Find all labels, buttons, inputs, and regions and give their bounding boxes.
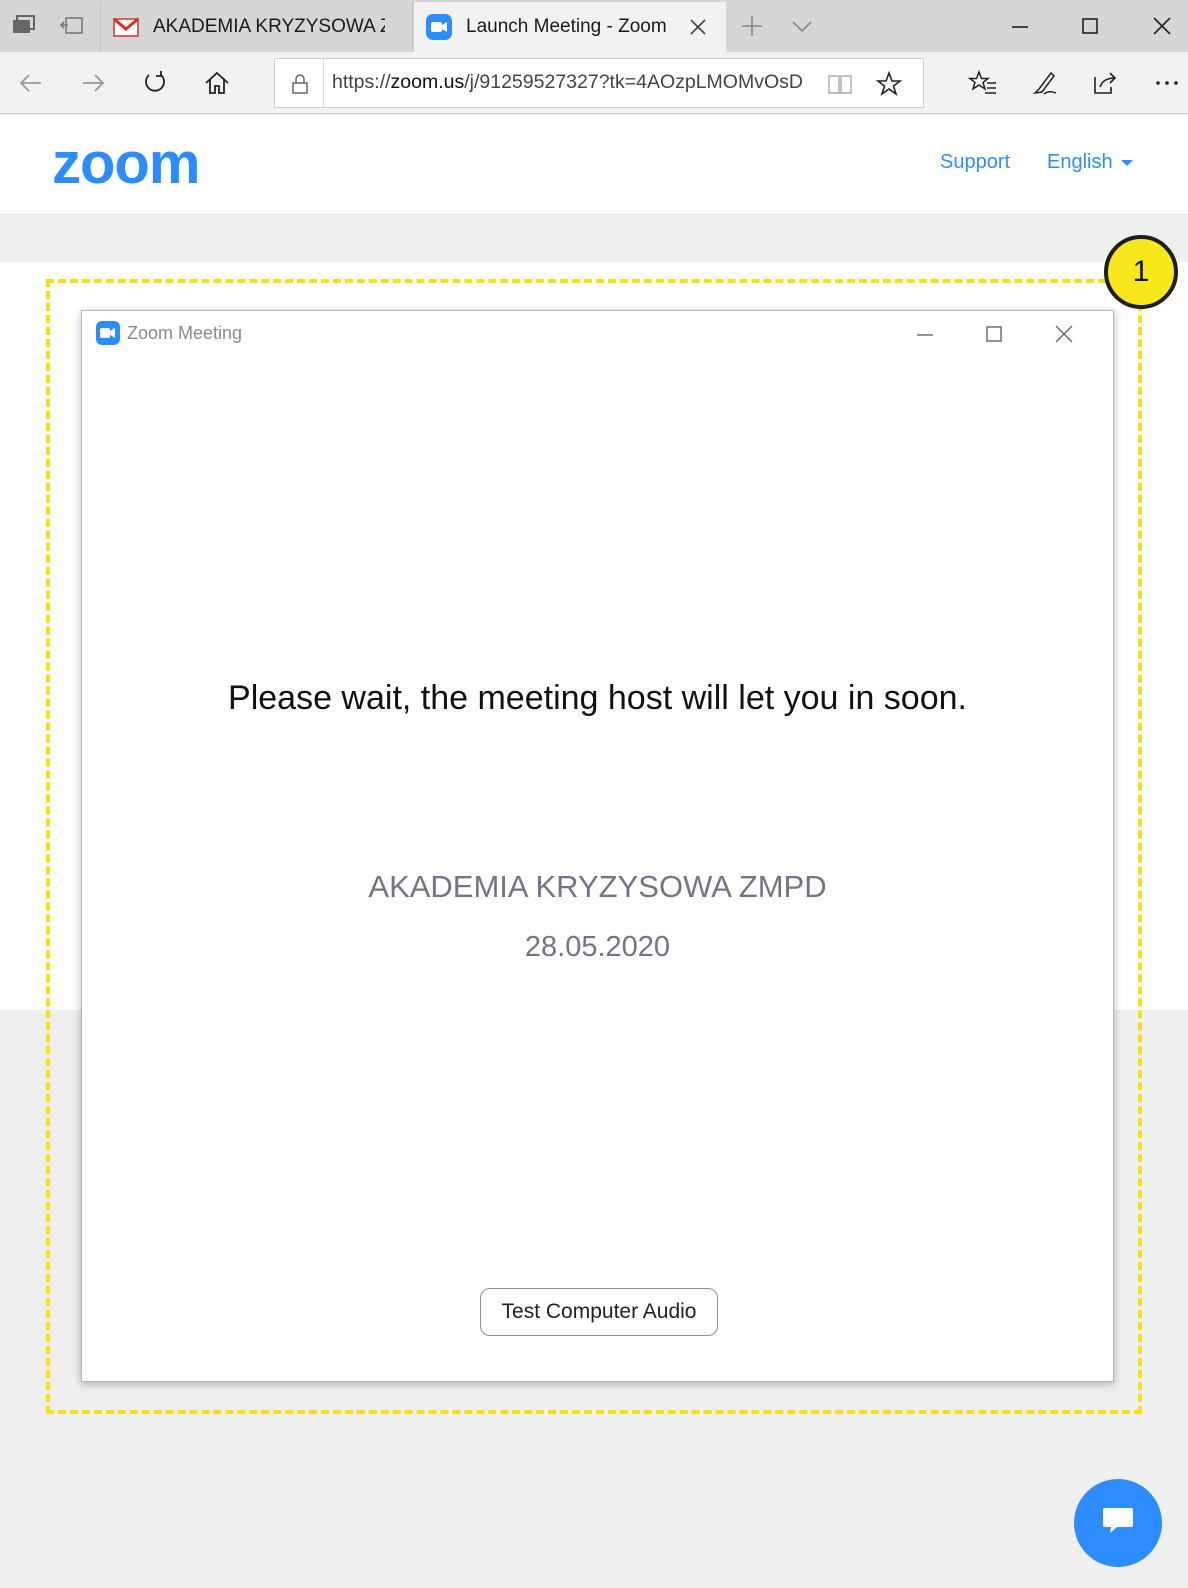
chat-bubble-icon — [1101, 1505, 1135, 1541]
window-title: Zoom Meeting — [127, 323, 243, 343]
test-computer-audio-button[interactable]: Test Computer Audio — [480, 1288, 718, 1336]
chat-support-button[interactable] — [1074, 1479, 1162, 1567]
back-arrow-icon[interactable] — [14, 66, 48, 100]
maximize-window-icon[interactable] — [1074, 10, 1106, 42]
forward-arrow-icon[interactable] — [76, 66, 110, 100]
set-aside-tabs-icon[interactable] — [10, 12, 38, 40]
meeting-date: 28.05.2020 — [524, 931, 671, 963]
language-label: English — [1047, 151, 1113, 173]
close-window-icon[interactable] — [1049, 319, 1079, 349]
address-bar[interactable]: https://zoom.us/j/91259527327?tk=4AOzpLM… — [274, 58, 924, 108]
tab-label: Launch Meeting - Zoom — [466, 16, 667, 37]
address-divider — [323, 59, 324, 107]
minimize-window-icon[interactable] — [910, 319, 940, 349]
meeting-topic: AKADEMIA KRYZYSOWA ZMPD — [368, 869, 827, 904]
zoom-meeting-window: Zoom Meeting Please wait, the meeting ho… — [81, 310, 1114, 1382]
share-icon[interactable] — [1088, 66, 1122, 100]
more-options-icon[interactable] — [1150, 66, 1184, 100]
close-tab-icon[interactable] — [688, 17, 708, 37]
maximize-window-icon[interactable] — [979, 319, 1009, 349]
tab-launch-meeting[interactable]: Launch Meeting - Zoom — [414, 2, 726, 52]
pen-notes-icon[interactable] — [1028, 66, 1062, 100]
url-path: /j/91259527327?tk=4AOzpLMOMvOsD — [464, 71, 803, 93]
close-window-icon[interactable] — [1146, 10, 1178, 42]
caret-down-icon — [1120, 159, 1133, 166]
browser-tab-strip: AKADEMIA KRYZYSOWA ZMPD Launch Meeting -… — [0, 0, 1188, 52]
language-dropdown[interactable]: English — [1047, 151, 1133, 174]
gmail-icon — [113, 14, 139, 40]
home-icon[interactable] — [200, 66, 234, 100]
restore-tabs-icon[interactable] — [58, 12, 86, 40]
browser-toolbar: https://zoom.us/j/91259527327?tk=4AOzpLM… — [0, 52, 1188, 114]
zoom-icon — [426, 14, 452, 40]
zoom-icon — [96, 321, 120, 345]
svg-text:zoom: zoom — [52, 141, 199, 189]
lock-icon[interactable] — [289, 73, 311, 95]
favorite-star-icon[interactable] — [875, 70, 903, 98]
step-number-badge: 1 — [1104, 235, 1178, 309]
favorites-list-icon[interactable] — [966, 66, 1000, 100]
page-background-band — [0, 216, 1188, 262]
waiting-room-message: Please wait, the meeting host will let y… — [228, 679, 967, 717]
support-link[interactable]: Support — [940, 151, 1010, 174]
refresh-icon[interactable] — [138, 66, 172, 100]
reading-view-icon[interactable] — [827, 73, 853, 95]
zoom-logo[interactable]: zoom — [52, 131, 224, 196]
url-host: zoom.us — [390, 71, 465, 93]
new-tab-icon[interactable] — [738, 12, 766, 40]
zoom-site-header: zoom Support English — [0, 115, 1188, 215]
minimize-window-icon[interactable] — [1004, 10, 1036, 42]
tab-preview-chevron-icon[interactable] — [788, 12, 816, 40]
url-scheme: https:// — [332, 71, 391, 93]
tab-label: AKADEMIA KRYZYSOWA ZMPD — [153, 16, 385, 37]
url-text[interactable]: https://zoom.us/j/91259527327?tk=4AOzpLM… — [332, 71, 812, 94]
tab-gmail[interactable]: AKADEMIA KRYZYSOWA ZMPD — [100, 2, 413, 52]
